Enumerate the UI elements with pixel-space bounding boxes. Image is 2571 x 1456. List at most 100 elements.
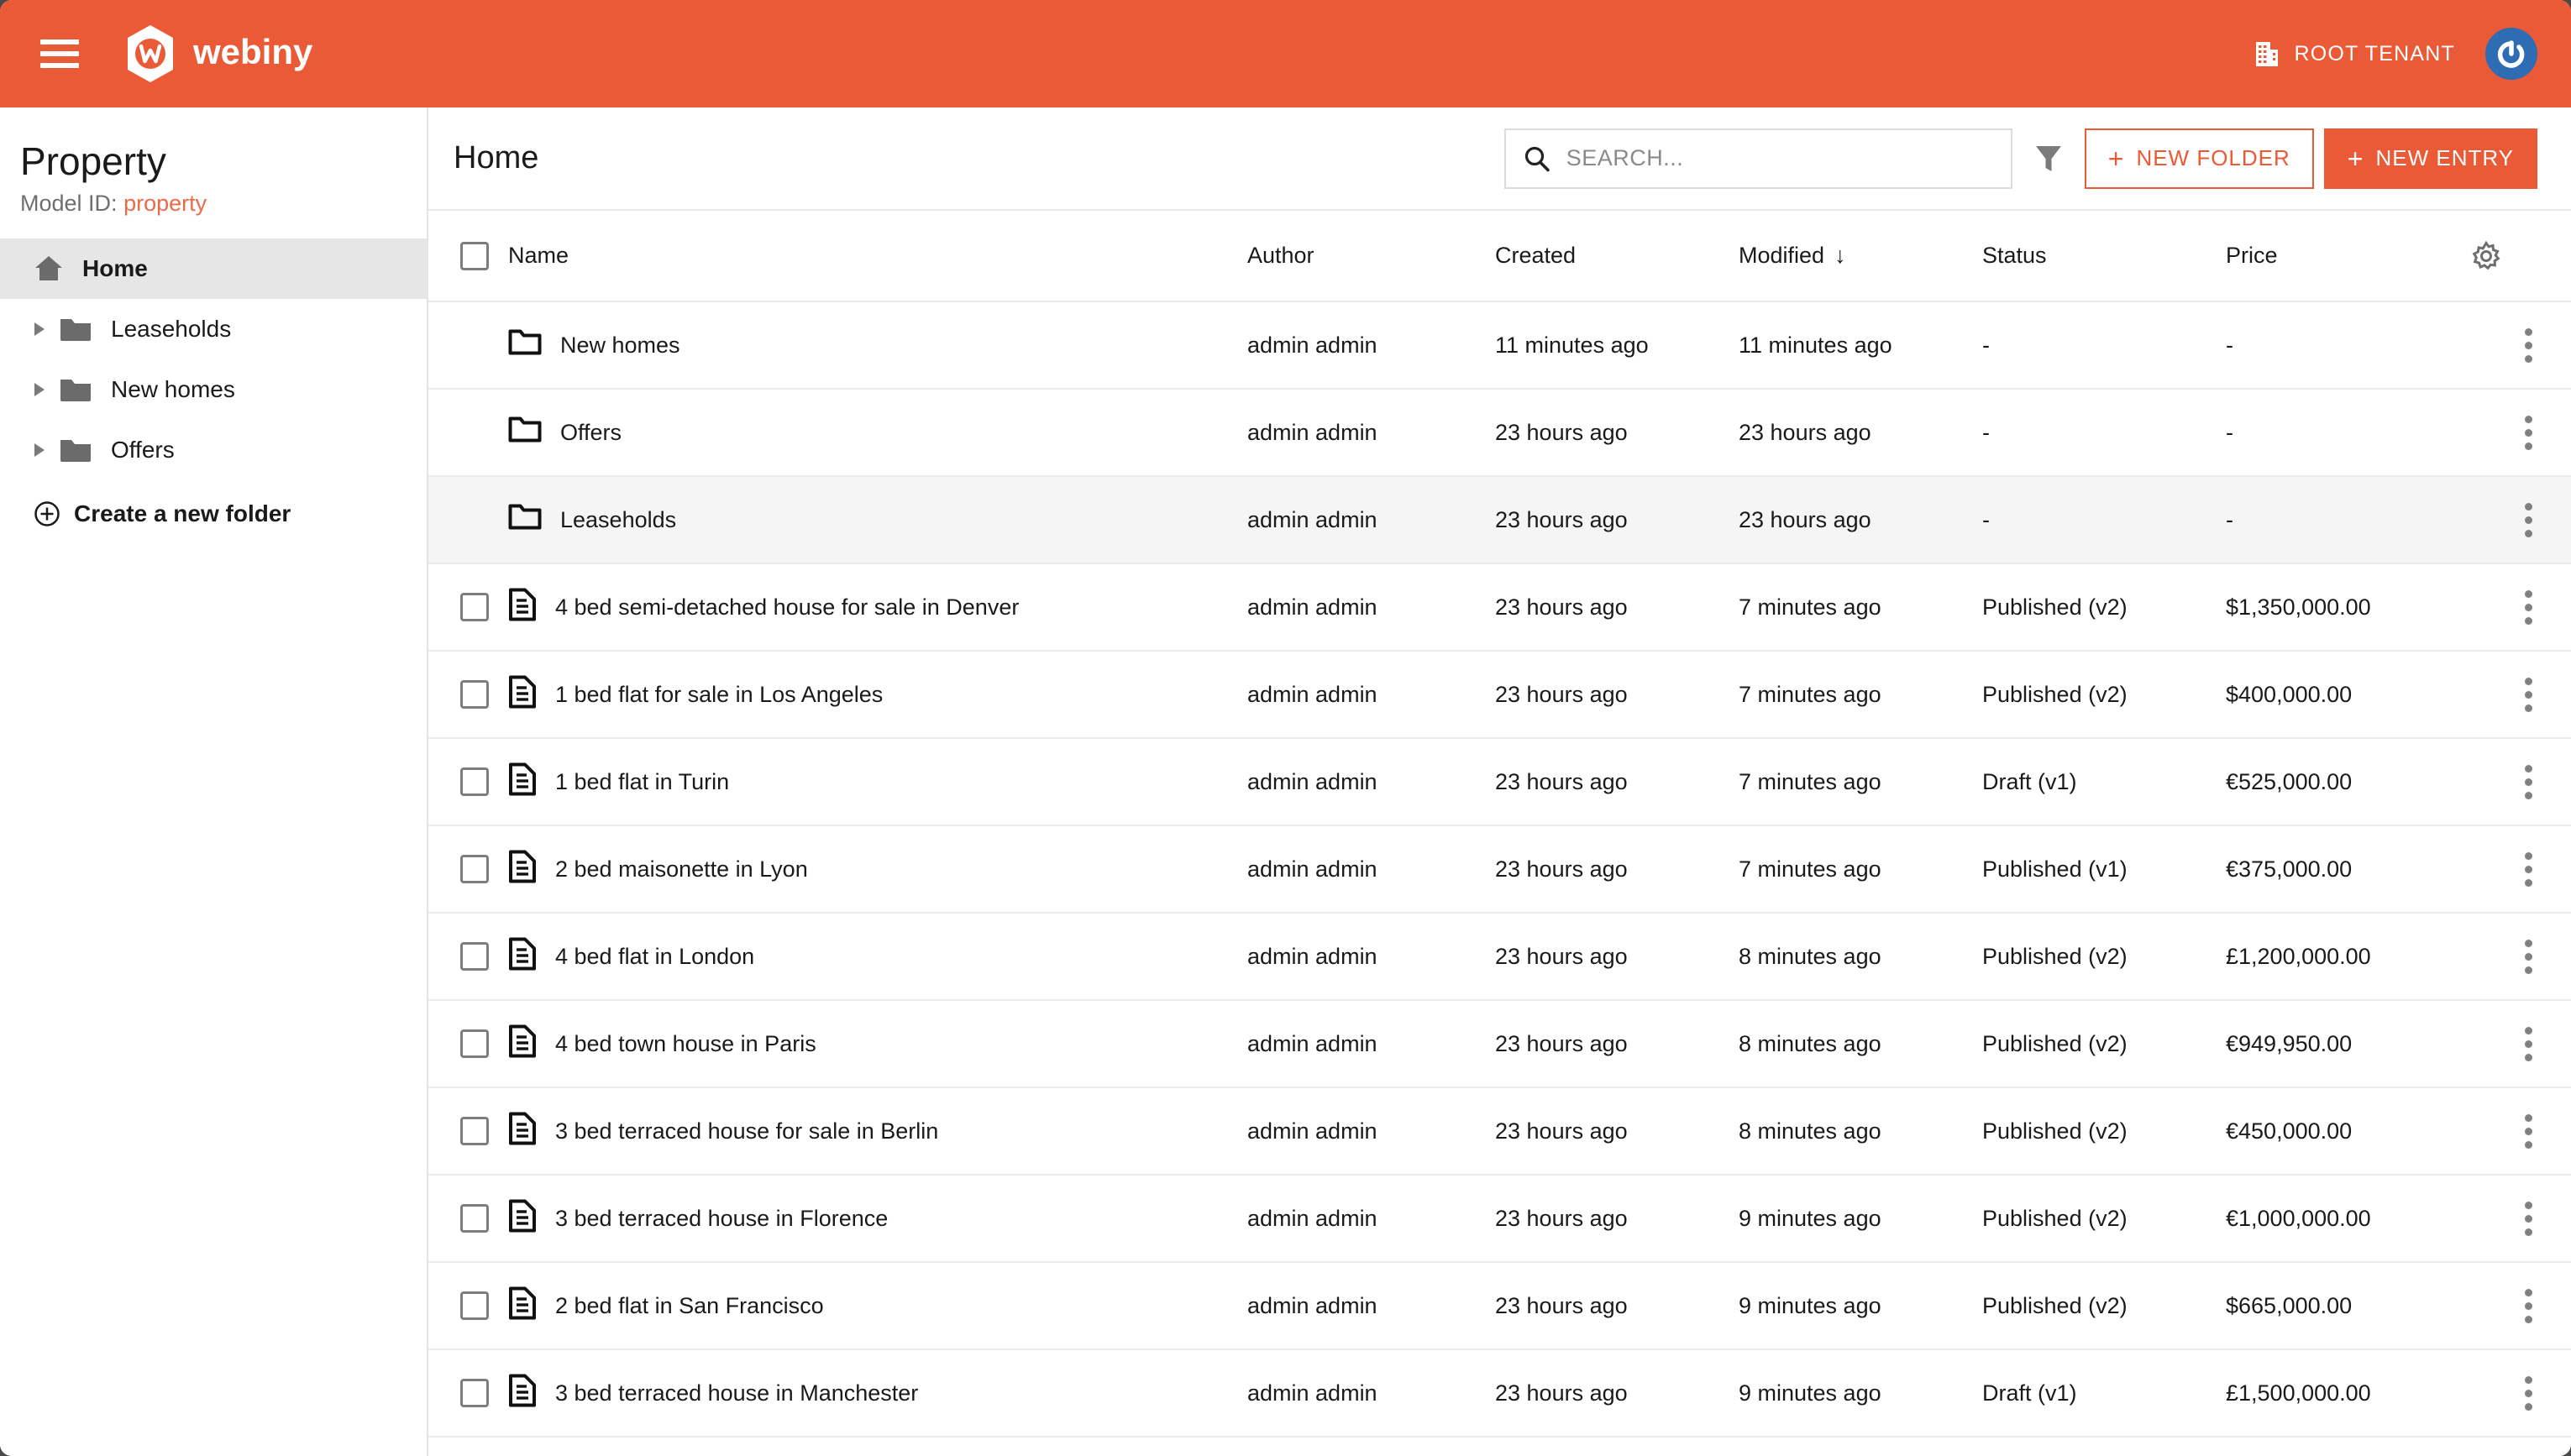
select-all-checkbox[interactable]: [460, 242, 489, 270]
table-row[interactable]: New homesadmin admin11 minutes ago11 min…: [428, 301, 2571, 389]
kebab-menu-icon[interactable]: [2469, 940, 2571, 974]
chevron-right-icon[interactable]: [29, 322, 50, 336]
row-created-cell: 23 hours ago: [1495, 476, 1739, 563]
folder-icon: [508, 328, 542, 362]
kebab-menu-icon[interactable]: [2469, 503, 2571, 537]
column-header-price[interactable]: Price: [2226, 211, 2469, 301]
table-body: New homesadmin admin11 minutes ago11 min…: [428, 301, 2571, 1437]
row-checkbox[interactable]: [460, 1117, 489, 1145]
row-checkbox[interactable]: [460, 1029, 489, 1058]
row-status-cell: -: [1982, 301, 2226, 389]
table-row[interactable]: 4 bed town house in Parisadmin admin23 h…: [428, 1000, 2571, 1087]
row-name-cell[interactable]: 3 bed terraced house in Florence: [508, 1175, 1247, 1262]
table-row[interactable]: 3 bed terraced house in Manchesteradmin …: [428, 1349, 2571, 1437]
column-header-modified[interactable]: Modified ↓: [1739, 211, 1982, 301]
kebab-menu-icon[interactable]: [2469, 590, 2571, 625]
row-status-label: -: [1982, 507, 1990, 532]
chevron-right-icon[interactable]: [29, 383, 50, 396]
row-created-label: 23 hours ago: [1495, 944, 1628, 969]
kebab-menu-icon[interactable]: [2469, 765, 2571, 799]
webiny-logo[interactable]: webiny: [124, 25, 361, 82]
sidebar-item-offers[interactable]: Offers: [0, 420, 427, 480]
column-header-created[interactable]: Created: [1495, 211, 1739, 301]
row-name-label: 1 bed flat in Turin: [555, 769, 729, 795]
row-checkbox[interactable]: [460, 767, 489, 796]
column-header-status[interactable]: Status: [1982, 211, 2226, 301]
row-name-cell[interactable]: Offers: [508, 389, 1247, 476]
kebab-menu-icon[interactable]: [2469, 1202, 2571, 1236]
row-select-cell: [428, 913, 508, 1000]
file-icon: [508, 675, 537, 715]
hamburger-icon[interactable]: [40, 39, 79, 68]
tenant-selector[interactable]: ROOT TENANT: [2254, 39, 2455, 68]
avatar[interactable]: [2485, 28, 2537, 80]
table-row[interactable]: 2 bed maisonette in Lyonadmin admin23 ho…: [428, 825, 2571, 913]
table-row[interactable]: 1 bed flat in Turinadmin admin23 hours a…: [428, 738, 2571, 825]
row-checkbox[interactable]: [460, 1204, 489, 1233]
new-folder-button[interactable]: + NEW FOLDER: [2085, 128, 2314, 189]
search-icon: [1523, 144, 1551, 173]
table-row[interactable]: 2 bed flat in San Franciscoadmin admin23…: [428, 1262, 2571, 1349]
create-folder-button[interactable]: Create a new folder: [0, 500, 427, 527]
row-name-cell[interactable]: 3 bed terraced house for sale in Berlin: [508, 1087, 1247, 1175]
kebab-menu-icon[interactable]: [2469, 1114, 2571, 1149]
row-created-label: 23 hours ago: [1495, 1380, 1628, 1406]
row-name-cell[interactable]: 1 bed flat for sale in Los Angeles: [508, 651, 1247, 738]
row-created-cell: 23 hours ago: [1495, 563, 1739, 651]
row-checkbox[interactable]: [460, 593, 489, 621]
filter-button[interactable]: [2012, 142, 2085, 175]
column-header-name[interactable]: Name: [508, 211, 1247, 301]
model-id-value[interactable]: property: [123, 191, 207, 216]
row-price-label: £1,200,000.00: [2226, 944, 2371, 969]
row-select-cell: [428, 389, 508, 476]
table-row[interactable]: Leaseholdsadmin admin23 hours ago23 hour…: [428, 476, 2571, 563]
row-name-cell[interactable]: 1 bed flat in Turin: [508, 738, 1247, 825]
kebab-menu-icon[interactable]: [2469, 416, 2571, 450]
row-checkbox[interactable]: [460, 942, 489, 971]
row-name-cell[interactable]: 3 bed terraced house in Manchester: [508, 1349, 1247, 1437]
row-checkbox[interactable]: [460, 680, 489, 709]
row-actions-cell: [2469, 1349, 2571, 1437]
row-price-label: $1,350,000.00: [2226, 594, 2371, 620]
top-app-bar: webiny ROOT TENANT: [0, 0, 2571, 107]
new-entry-button[interactable]: + NEW ENTRY: [2324, 128, 2537, 189]
kebab-menu-icon[interactable]: [2469, 678, 2571, 712]
chevron-right-icon[interactable]: [29, 443, 50, 457]
kebab-menu-icon[interactable]: [2469, 852, 2571, 887]
search-input[interactable]: SEARCH...: [1504, 128, 2012, 189]
gear-icon[interactable]: [2469, 239, 2503, 273]
row-checkbox[interactable]: [460, 855, 489, 883]
table-row[interactable]: 4 bed flat in Londonadmin admin23 hours …: [428, 913, 2571, 1000]
sidebar-item-label: Leaseholds: [111, 316, 231, 343]
row-checkbox[interactable]: [460, 1291, 489, 1320]
row-name-cell[interactable]: 4 bed flat in London: [508, 913, 1247, 1000]
row-name-cell[interactable]: New homes: [508, 301, 1247, 389]
sidebar-item-leaseholds[interactable]: Leaseholds: [0, 299, 427, 359]
table-row[interactable]: 3 bed terraced house for sale in Berlina…: [428, 1087, 2571, 1175]
row-price-label: -: [2226, 333, 2233, 358]
kebab-menu-icon[interactable]: [2469, 1289, 2571, 1323]
row-name-cell[interactable]: 2 bed maisonette in Lyon: [508, 825, 1247, 913]
row-name-cell[interactable]: 4 bed town house in Paris: [508, 1000, 1247, 1087]
row-name-cell[interactable]: 2 bed flat in San Francisco: [508, 1262, 1247, 1349]
filter-icon: [2033, 142, 2064, 175]
row-name-cell[interactable]: 4 bed semi-detached house for sale in De…: [508, 563, 1247, 651]
svg-text:webiny: webiny: [193, 34, 313, 71]
table-row[interactable]: 1 bed flat for sale in Los Angelesadmin …: [428, 651, 2571, 738]
new-folder-label: NEW FOLDER: [2136, 145, 2290, 171]
row-checkbox[interactable]: [460, 1379, 489, 1407]
sidebar-item-new-homes[interactable]: New homes: [0, 359, 427, 420]
table-row[interactable]: 4 bed semi-detached house for sale in De…: [428, 563, 2571, 651]
kebab-menu-icon[interactable]: [2469, 1376, 2571, 1411]
row-created-cell: 11 minutes ago: [1495, 301, 1739, 389]
row-modified-label: 7 minutes ago: [1739, 682, 1881, 707]
kebab-menu-icon[interactable]: [2469, 1027, 2571, 1061]
row-actions-cell: [2469, 476, 2571, 563]
column-header-author[interactable]: Author: [1247, 211, 1495, 301]
breadcrumb[interactable]: Home: [454, 140, 538, 176]
kebab-menu-icon[interactable]: [2469, 328, 2571, 363]
row-name-cell[interactable]: Leaseholds: [508, 476, 1247, 563]
table-row[interactable]: Offersadmin admin23 hours ago23 hours ag…: [428, 389, 2571, 476]
sidebar-item-home[interactable]: Home: [0, 238, 427, 299]
table-row[interactable]: 3 bed terraced house in Florenceadmin ad…: [428, 1175, 2571, 1262]
